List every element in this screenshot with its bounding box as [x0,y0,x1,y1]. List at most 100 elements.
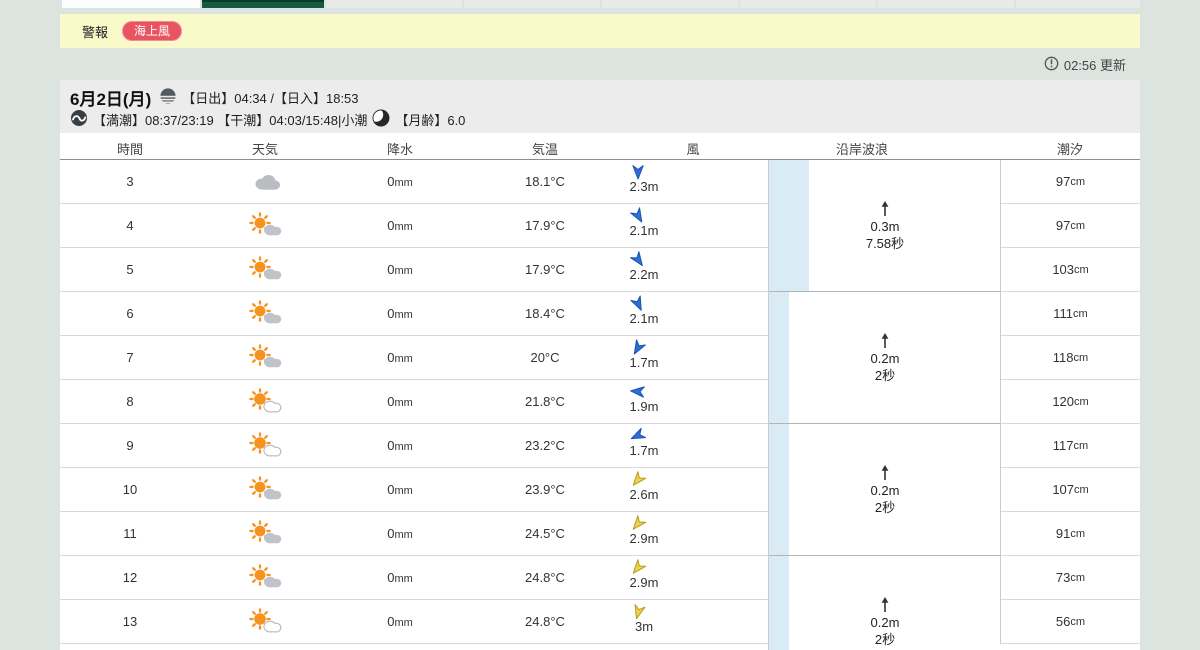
wind-direction-arrow-icon [630,383,647,400]
wave-height-value: 0.2m [870,482,900,498]
wind-cell: 3m [623,603,653,634]
date-label: 6月2日(月) [70,89,152,109]
col-header-coastal-waves: 沿岸波浪 [835,142,889,157]
temperature-value: 18.4°C [525,306,565,321]
precip-value: 0mm [387,570,413,585]
wind-speed-value: 2.3m [629,179,659,194]
sun-cloud-icon [247,344,283,375]
temperature-value: 18.1°C [525,174,565,189]
wind-direction-arrow-icon [630,603,647,620]
sun-cloud-icon [247,476,283,507]
tide-times-label: 【満潮】08:37/23:19 【干潮】04:03/15:48|小潮 [93,112,368,128]
hour-label: 8 [126,394,134,409]
info-icon [1044,56,1059,74]
day-tab[interactable] [740,0,876,8]
hour-label: 10 [122,482,138,497]
table-row: 13 0mm 24.8°C 3m [60,600,768,644]
temperature-value: 24.5°C [525,526,565,541]
wind-direction-arrow-icon [629,251,647,268]
wave-group: 0.2m 2秒 [769,424,1001,556]
wind-cell: 2.9m [618,559,659,590]
sun-white-cloud-icon [247,388,283,419]
wind-direction-arrow-icon [630,295,647,312]
hour-label: 12 [122,570,138,585]
day-tab[interactable] [602,0,738,8]
col-header-tide: 潮汐 [1056,142,1084,157]
wind-speed-value: 1.7m [629,355,659,370]
wave-period-value: 7.58秒 [865,235,905,251]
tide-level-cell: 107 cm [1001,468,1140,512]
temperature-value: 20°C [530,350,560,365]
col-header-weather: 天気 [251,142,279,157]
tide-level-cell: 118 cm [1001,336,1140,380]
day-tab[interactable] [326,0,462,8]
table-row: 7 0mm 20°C 1.7m [60,336,768,380]
wind-cell: 1.7m [618,427,658,458]
wind-direction-arrow-icon [630,559,647,576]
wave-height-value: 0.2m [870,350,900,366]
table-row: 3 0mm 18.1°C 2.3m [60,160,768,204]
sunrise-sunset-label: 【日出】04:34 /【日入】18:53 [182,90,359,106]
cloud-icon [247,168,283,199]
wave-period-value: 2秒 [874,499,896,515]
table-row: 5 0mm 17.9°C 2.2m [60,248,768,292]
day-tab[interactable] [202,0,324,8]
table-row: 6 0mm 18.4°C 2.1m [60,292,768,336]
temperature-value: 23.9°C [525,482,565,497]
tide-column: 97 cm 97 cm 103 cm 111 cm 118 cm 120 cm 117 cm … [1000,160,1140,644]
wind-speed-value: 1.9m [629,399,659,414]
table-row: 8 0mm 21.8°C 1.9m [60,380,768,424]
tide-level-cell: 103 cm [1001,248,1140,292]
day-tab[interactable] [62,0,200,8]
wind-cell: 2.3m [618,163,659,194]
table-row: 4 0mm 17.9°C 2.1m [60,204,768,248]
hour-label: 3 [126,174,134,189]
wind-speed-value: 2.9m [629,531,659,546]
table-row: 11 0mm 24.5°C 2.9m [60,512,768,556]
alert-label: 警報 [82,24,109,40]
precip-value: 0mm [387,614,413,629]
sun-white-cloud-icon [247,432,283,463]
moon-phase-icon [372,109,390,130]
wind-direction-arrow-icon [630,427,647,444]
precip-value: 0mm [387,350,413,365]
temperature-value: 24.8°C [525,570,565,585]
day-tab[interactable] [1016,0,1140,8]
wind-direction-arrow-icon [630,339,647,356]
day-tab[interactable] [464,0,600,8]
col-header-temp: 気温 [531,142,559,157]
sun-cloud-icon [247,212,283,243]
table-header-row: 時間 天気 降水 気温 風 沿岸波浪 潮汐 [60,133,1140,160]
wind-direction-arrow-icon [630,471,647,488]
tide-level-cell: 117 cm [1001,424,1140,468]
wind-speed-value: 2.6m [629,487,659,502]
date-header: 6月2日(月) 【日出】04:34 /【日入】18:53 【満潮】08:37/2… [60,80,1140,133]
hour-label: 6 [126,306,134,321]
table-body: 3 0mm 18.1°C 2.3m 4 0mm 17.9°C 2.1m 5 0m… [60,160,1140,650]
hour-label: 9 [126,438,134,453]
temperature-value: 24.8°C [525,614,565,629]
tide-wave-icon [70,109,88,130]
wind-speed-value: 2.9m [629,575,659,590]
wind-cell: 2.1m [618,295,658,326]
alert-badge-sea-wind[interactable]: 海上風 [122,21,183,41]
wind-direction-arrow-icon [630,515,647,532]
wind-direction-arrow-icon [630,163,647,180]
temperature-value: 21.8°C [525,394,565,409]
hour-label: 7 [126,350,134,365]
hour-label: 13 [122,614,138,629]
sun-cloud-icon [247,520,283,551]
table-row: 12 0mm 24.8°C 2.9m [60,556,768,600]
tide-level-cell: 91 cm [1001,512,1140,556]
hour-label: 4 [126,218,134,233]
wave-group: 0.3m 7.58秒 [769,160,1001,292]
temperature-value: 17.9°C [525,262,565,277]
day-tab-strip [62,0,1140,8]
day-tab[interactable] [878,0,1014,8]
hour-label: 11 [123,526,137,541]
precip-value: 0mm [387,218,413,233]
sun-white-cloud-icon [247,608,283,639]
precip-value: 0mm [387,482,413,497]
col-header-time: 時間 [116,142,144,157]
precip-value: 0mm [387,262,413,277]
